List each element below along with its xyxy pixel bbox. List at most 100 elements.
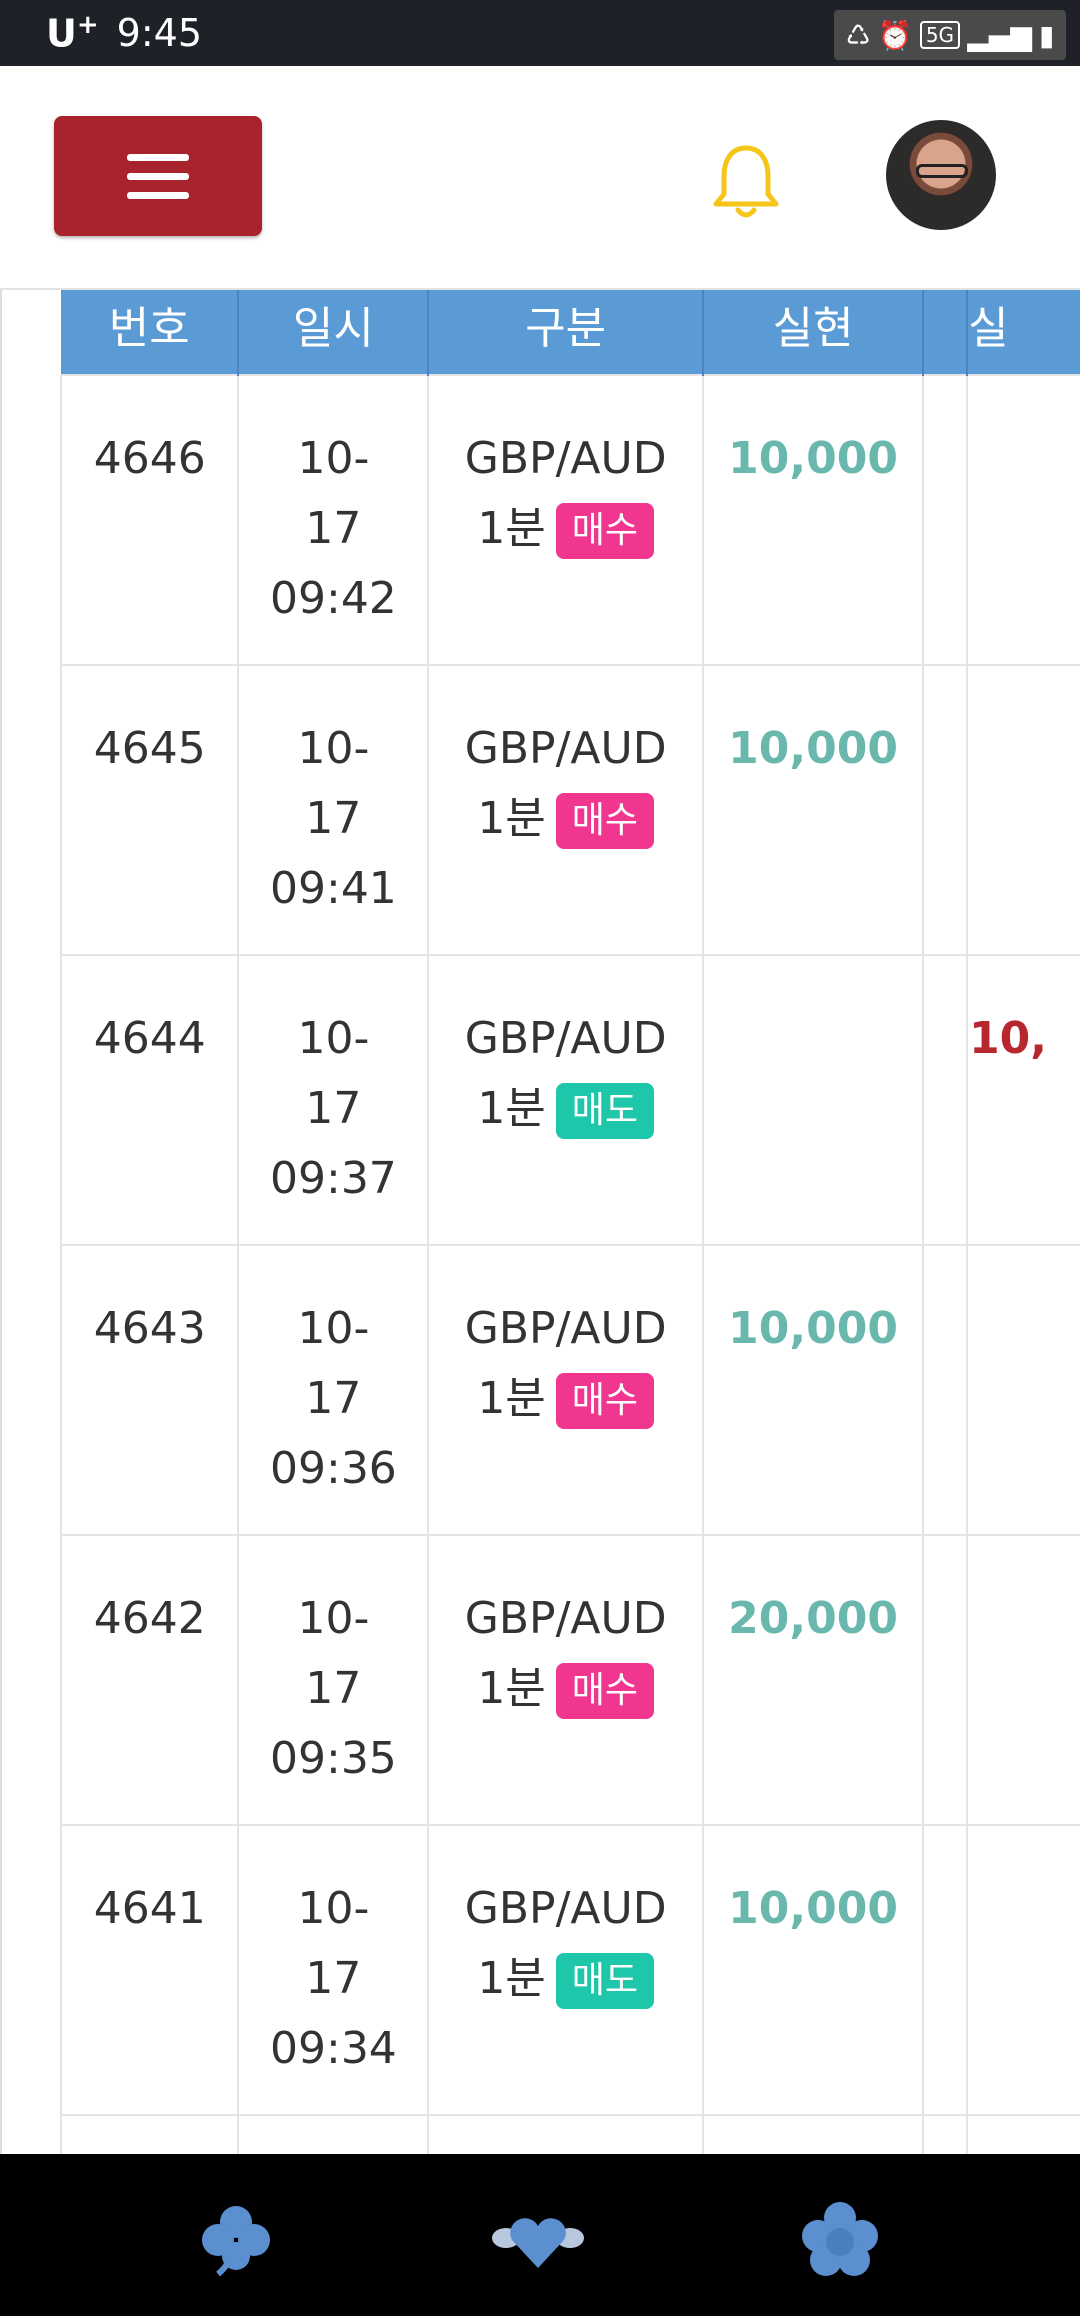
trade-time: 09:41 — [270, 863, 397, 914]
currency-pair: GBP/AUD — [464, 723, 667, 774]
cell-spacer — [922, 374, 969, 666]
cell-loss: 10, — [966, 954, 1080, 1246]
cell-realized: 10,000 — [701, 1824, 925, 2116]
trade-period: 1분 — [477, 1663, 546, 1714]
trade-table: 번호 일시 구분 실현 실 4646 10- 17 09:42 GBP/AUD 1분 매수 1… — [59, 288, 1080, 2154]
side-badge: 매도 — [555, 1083, 655, 1139]
cell-type: GBP/AUD 1분 매도 — [427, 954, 704, 1246]
trade-period: 1분 — [477, 1083, 546, 1134]
side-badge: 매수 — [555, 793, 655, 849]
battery-icon: ▮ — [1038, 18, 1055, 52]
period-line: 1분 매수 — [430, 494, 701, 564]
cell-datetime: 10- 17 09:35 — [237, 1534, 430, 1826]
cell-type: GBP/AUD 1분 매수 — [427, 1534, 704, 1826]
cell-number: 4643 — [59, 1244, 240, 1536]
trade-date: 10- — [297, 1303, 370, 1354]
cell-type: GBP/AUD 1분 매수 — [427, 664, 704, 956]
trade-time: 09:36 — [270, 1443, 397, 1494]
cell-number: 4644 — [59, 954, 240, 1246]
trade-number: 4644 — [93, 1013, 206, 1064]
cell-number: 4641 — [59, 1824, 240, 2116]
trade-date: 10- — [297, 723, 370, 774]
trade-table-container[interactable]: 번호 일시 구분 실현 실 4646 10- 17 09:42 GBP/AUD 1분 매수 1… — [0, 288, 1080, 2154]
column-header-datetime: 일시 — [238, 288, 430, 375]
flower-icon[interactable] — [800, 2200, 880, 2280]
currency-pair: GBP/AUD — [464, 433, 667, 484]
status-icons: ♺ ⏰ 5G ▂▄▆ ▮ — [834, 10, 1066, 60]
realized-amount: 10,000 — [728, 723, 898, 774]
cell-datetime: 10- 17 09:42 — [237, 374, 430, 666]
alarm-icon: ⏰ — [877, 18, 913, 52]
cell-spacer — [922, 1824, 969, 2116]
period-line: 1분 매도 — [430, 1944, 701, 2014]
cell-spacer — [922, 1244, 969, 1536]
status-time: 9:45 — [116, 11, 202, 55]
cell-type: GBP/AUD 1분 매수 — [427, 374, 704, 666]
side-badge: 매수 — [555, 503, 655, 559]
clover-icon[interactable] — [196, 2200, 276, 2280]
table-row[interactable]: 4644 10- 17 09:37 GBP/AUD 1분 매도 10, — [59, 954, 1080, 1246]
trade-number: 4646 — [93, 433, 206, 484]
hamburger-line — [127, 191, 189, 199]
network-5g-icon: 5G — [919, 21, 961, 49]
menu-button[interactable] — [54, 116, 262, 236]
notification-icon: ♺ — [845, 18, 871, 52]
column-header-loss: 실 — [967, 288, 1080, 375]
trade-day: 17 — [305, 1083, 362, 1134]
side-badge: 매수 — [555, 1373, 655, 1429]
trade-number: 4645 — [93, 723, 206, 774]
trade-day: 17 — [305, 793, 362, 844]
avatar[interactable] — [886, 120, 996, 230]
table-row[interactable]: 4646 10- 17 09:42 GBP/AUD 1분 매수 10,000 — [59, 374, 1080, 666]
column-header-number: 번호 — [61, 288, 240, 375]
bell-icon[interactable] — [712, 142, 780, 222]
realized-amount: 20,000 — [728, 1593, 898, 1644]
column-header-spacer — [923, 288, 969, 375]
column-header-type: 구분 — [428, 288, 704, 375]
cell-datetime: 10- 17 09:34 — [237, 1824, 430, 2116]
signal-icon: ▂▄▆ — [967, 18, 1032, 52]
trade-time: 09:37 — [270, 1153, 397, 1204]
trade-day: 17 — [305, 1663, 362, 1714]
trade-date: 10- — [297, 1883, 370, 1934]
table-row[interactable]: 4645 10- 17 09:41 GBP/AUD 1분 매수 10,000 — [59, 664, 1080, 956]
currency-pair: GBP/AUD — [464, 1593, 667, 1644]
currency-pair: GBP/AUD — [464, 1303, 667, 1354]
trade-time: 09:34 — [270, 2023, 397, 2074]
cell-loss — [966, 1534, 1080, 1826]
cell-realized: 10,000 — [701, 664, 925, 956]
hamburger-line — [127, 172, 189, 180]
trade-date: 10- — [297, 433, 370, 484]
cell-spacer — [922, 2114, 969, 2154]
cell-spacer — [922, 1534, 969, 1826]
cell-datetime — [237, 2114, 430, 2154]
trade-day: 17 — [305, 1953, 362, 2004]
table-row[interactable] — [59, 2114, 1080, 2154]
table-row[interactable]: 4641 10- 17 09:34 GBP/AUD 1분 매도 10,000 — [59, 1824, 1080, 2116]
carrier: U+ — [46, 10, 99, 56]
cell-number: 4642 — [59, 1534, 240, 1826]
cell-number — [59, 2114, 240, 2154]
cell-realized: 10,000 — [701, 374, 925, 666]
cell-loss — [966, 374, 1080, 666]
heart-wings-icon[interactable] — [492, 2200, 584, 2280]
trade-day: 17 — [305, 503, 362, 554]
trade-date: 10- — [297, 1013, 370, 1064]
cell-datetime: 10- 17 09:41 — [237, 664, 430, 956]
cell-realized — [701, 2114, 925, 2154]
status-bar: U+ 9:45 ♺ ⏰ 5G ▂▄▆ ▮ — [0, 0, 1080, 66]
trade-time: 09:35 — [270, 1733, 397, 1784]
cell-realized: 20,000 — [701, 1534, 925, 1826]
cell-realized — [701, 954, 925, 1246]
cell-type: GBP/AUD 1분 매도 — [427, 1824, 704, 2116]
cell-spacer — [922, 954, 969, 1246]
table-row[interactable]: 4643 10- 17 09:36 GBP/AUD 1분 매수 10,000 — [59, 1244, 1080, 1536]
trade-number: 4642 — [93, 1593, 206, 1644]
cell-loss — [966, 664, 1080, 956]
cell-loss — [966, 1824, 1080, 2116]
currency-pair: GBP/AUD — [464, 1013, 667, 1064]
cell-spacer — [922, 664, 969, 956]
table-row[interactable]: 4642 10- 17 09:35 GBP/AUD 1분 매수 20,000 — [59, 1534, 1080, 1826]
cell-loss — [966, 1244, 1080, 1536]
realized-amount: 10,000 — [728, 1883, 898, 1934]
